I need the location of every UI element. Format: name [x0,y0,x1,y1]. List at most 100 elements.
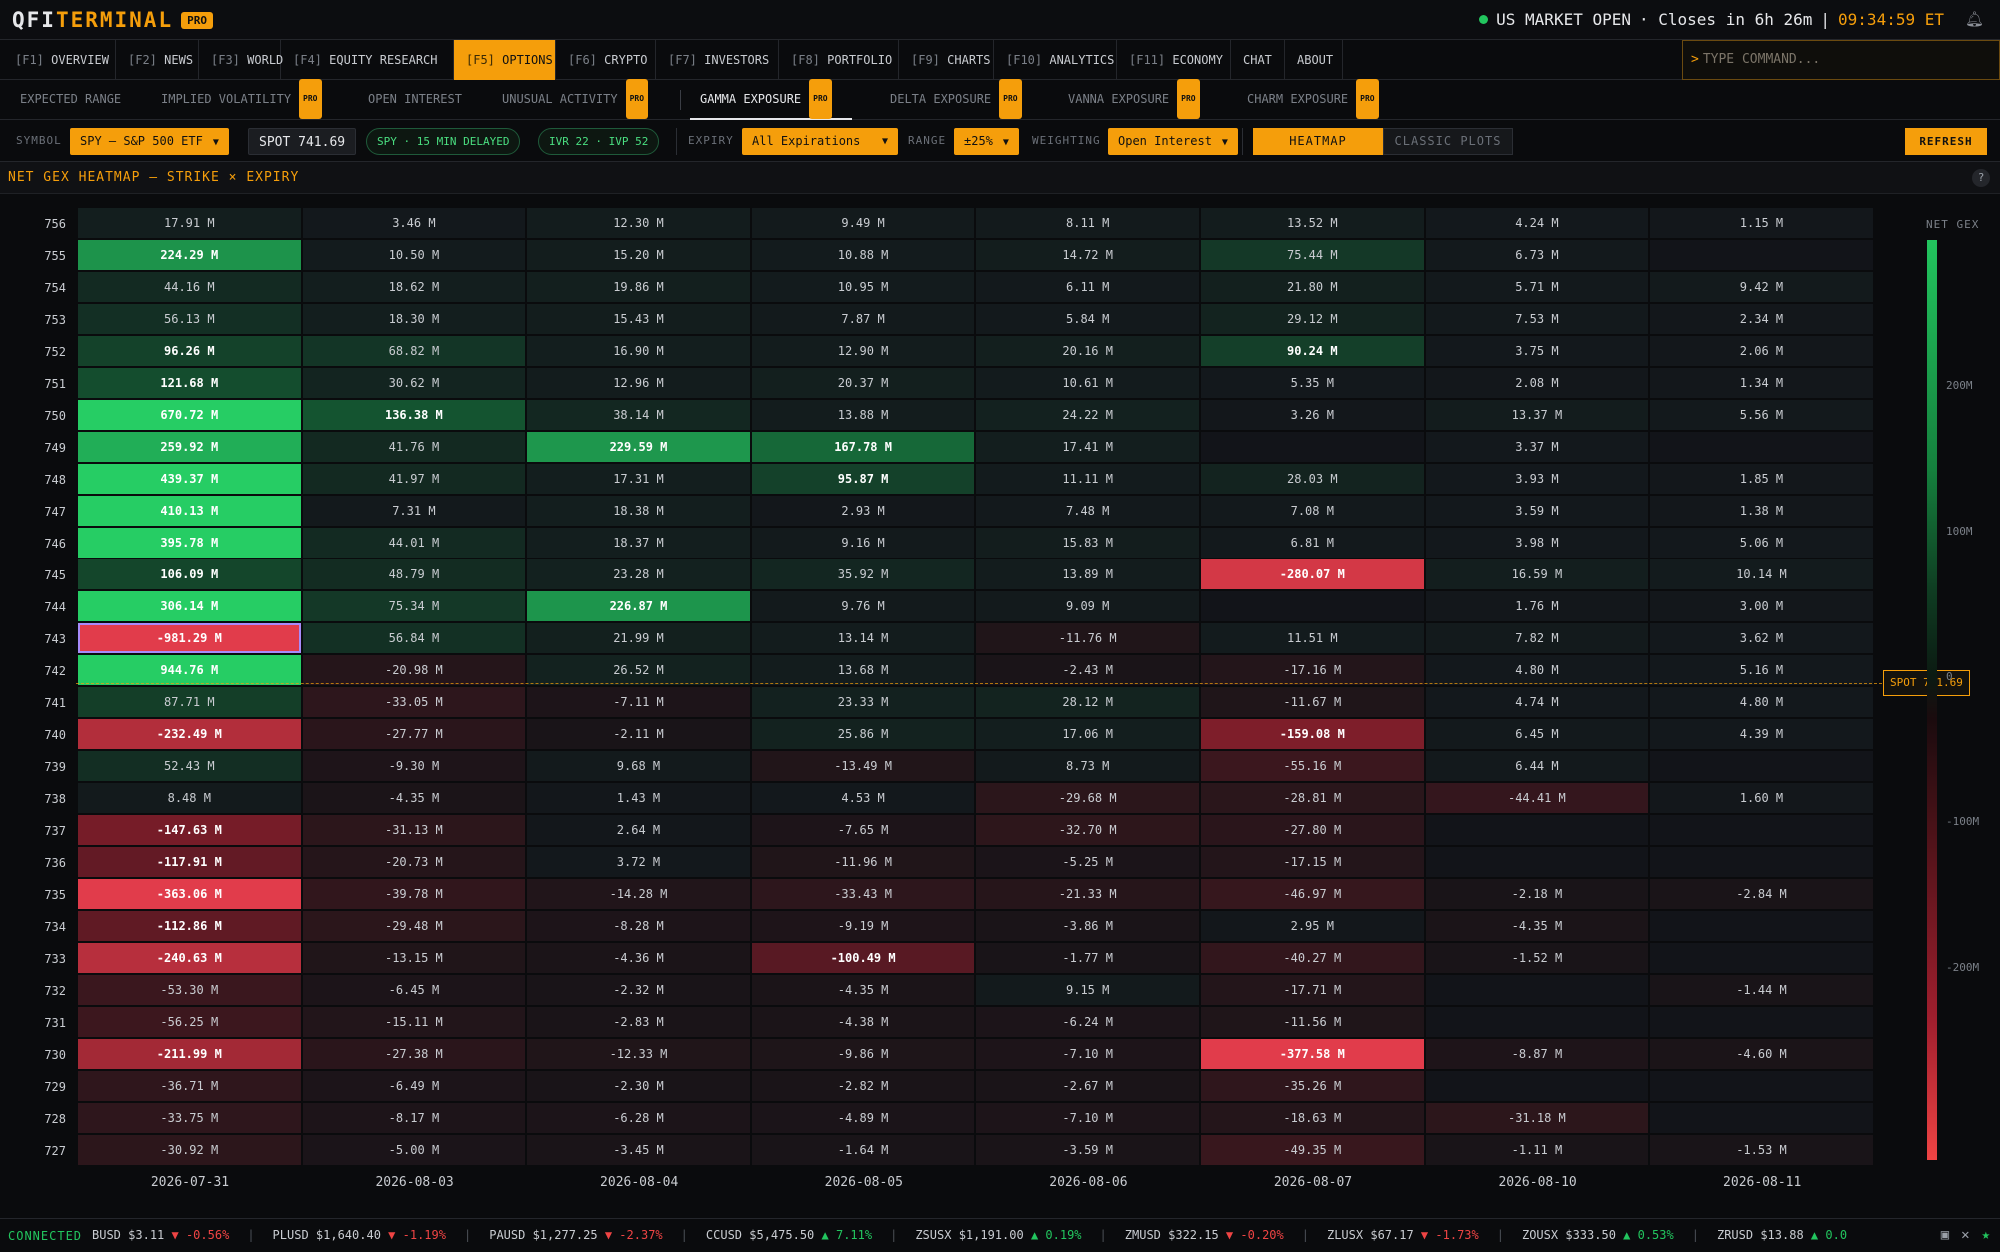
nav-charts[interactable]: [F9] CHARTS [899,40,994,80]
ticker-item[interactable]: ZLUSX $67.17 ▼ -1.73% [1327,1219,1479,1252]
heatmap-cell[interactable]: -46.97 M [1201,878,1424,909]
heatmap-cell[interactable]: -21.33 M [976,878,1199,909]
ticker-item[interactable]: ZMUSD $322.15 ▼ -0.20% [1125,1219,1284,1252]
heatmap-cell[interactable]: -56.25 M [78,1006,301,1037]
heatmap-cell[interactable] [1425,847,1649,877]
heatmap-cell[interactable]: 8.11 M [976,208,1199,238]
heatmap-cell[interactable]: -8.17 M [302,1102,526,1133]
heatmap-cell[interactable]: 90.24 M [1201,335,1424,366]
ticker-item[interactable]: PLUSD $1,640.40 ▼ -1.19% [273,1219,446,1252]
heatmap-cell[interactable]: 229.59 M [527,431,750,462]
heatmap-cell[interactable]: 7.82 M [1425,623,1649,654]
heatmap-cell[interactable]: 17.06 M [976,719,1199,750]
heatmap-cell[interactable]: -4.89 M [751,1102,975,1133]
heatmap-cell[interactable]: 306.14 M [78,591,301,622]
heatmap-cell[interactable]: 7.48 M [976,495,1199,526]
heatmap-cell[interactable]: -7.11 M [527,687,750,718]
heatmap-cell[interactable]: -35.26 M [1201,1070,1424,1101]
heatmap-cell[interactable]: 944.76 M [78,655,301,686]
heatmap-cell[interactable]: 25.86 M [751,719,975,750]
nav-equity-research[interactable]: [F4] EQUITY RESEARCH [281,40,454,80]
heatmap-cell[interactable]: -8.28 M [527,910,750,941]
heatmap-cell[interactable]: -32.70 M [976,815,1199,846]
ticker-item[interactable]: ZRUSD $13.88 ▲ 0.0 [1717,1219,1847,1252]
nav-news[interactable]: [F2] NEWS [116,40,199,80]
heatmap-cell[interactable]: -39.78 M [302,878,526,909]
heatmap-cell[interactable]: -112.86 M [78,910,301,941]
heatmap-cell[interactable]: 10.88 M [751,239,975,270]
heatmap-cell[interactable]: 17.31 M [527,463,750,494]
heatmap-cell[interactable]: 7.53 M [1425,303,1649,334]
heatmap-cell[interactable] [1201,431,1424,462]
heatmap-cell[interactable]: 18.62 M [302,271,526,302]
heatmap-cell[interactable] [1425,1006,1649,1037]
heatmap-cell[interactable]: 4.80 M [1650,687,1873,718]
heatmap-cell[interactable]: -1.53 M [1650,1134,1873,1165]
nav-analytics[interactable]: [F10] ANALYTICS [994,40,1117,80]
heatmap-cell[interactable]: -20.73 M [302,847,526,877]
heatmap-cell[interactable]: 4.80 M [1425,655,1649,686]
heatmap-cell[interactable]: 1.85 M [1650,463,1873,494]
nav-about[interactable]: ABOUT [1285,40,1343,80]
heatmap-cell[interactable]: 3.26 M [1201,399,1424,430]
heatmap-cell[interactable]: 395.78 M [78,527,301,558]
heatmap-cell[interactable]: 17.41 M [976,431,1199,462]
heatmap-cell[interactable]: 18.30 M [302,303,526,334]
heatmap-cell[interactable]: 20.16 M [976,335,1199,366]
heatmap-cell[interactable]: 13.88 M [751,399,975,430]
heatmap-cell[interactable]: 2.95 M [1201,910,1424,941]
heatmap-cell[interactable]: 3.62 M [1650,623,1873,654]
nav-world[interactable]: [F3] WORLD [199,40,283,80]
heatmap-cell[interactable]: -33.43 M [751,878,975,909]
heatmap-cell[interactable]: 24.22 M [976,399,1199,430]
ticker-item[interactable]: BUSD $3.11 ▼ -0.56% [92,1219,229,1252]
heatmap-cell[interactable]: -27.38 M [302,1038,526,1069]
heatmap-cell[interactable]: -6.28 M [527,1102,750,1133]
heatmap-cell[interactable]: 68.82 M [302,335,526,366]
heatmap-cell[interactable]: 75.34 M [302,591,526,622]
heatmap-cell[interactable]: 38.14 M [527,399,750,430]
heatmap-cell[interactable]: 10.14 M [1650,559,1873,590]
x-icon[interactable]: ✕ [1961,1227,1969,1243]
heatmap-cell[interactable]: -117.91 M [78,847,301,877]
heatmap-cell[interactable]: -232.49 M [78,719,301,750]
bell-icon[interactable]: 🔔︎ [1965,10,1984,28]
heatmap-cell[interactable]: -1.64 M [751,1134,975,1165]
heatmap-cell[interactable]: -20.98 M [302,655,526,686]
heatmap-cell[interactable]: 410.13 M [78,495,301,526]
heatmap-cell[interactable]: 7.87 M [751,303,975,334]
heatmap-cell[interactable] [1201,591,1424,622]
heatmap-cell[interactable]: 3.59 M [1425,495,1649,526]
heatmap-cell[interactable]: -7.10 M [976,1102,1199,1133]
heatmap-cell[interactable] [1650,815,1873,846]
heatmap-cell[interactable]: -17.71 M [1201,974,1424,1005]
heatmap-cell[interactable]: 226.87 M [527,591,750,622]
heatmap-cell[interactable]: 6.81 M [1201,527,1424,558]
heatmap-cell[interactable]: 11.51 M [1201,623,1424,654]
heatmap-cell[interactable]: 52.43 M [78,751,301,782]
heatmap-cell[interactable]: 1.38 M [1650,495,1873,526]
heatmap-cell[interactable] [1425,1070,1649,1101]
heatmap-cell[interactable]: 3.00 M [1650,591,1873,622]
nav-investors[interactable]: [F7] INVESTORS [656,40,779,80]
heatmap-cell[interactable]: 15.43 M [527,303,750,334]
heatmap-cell[interactable]: 2.93 M [751,495,975,526]
heatmap-cell[interactable]: -13.15 M [302,942,526,973]
heatmap-cell[interactable]: -4.36 M [527,942,750,973]
heatmap-cell[interactable]: -1.44 M [1650,974,1873,1005]
heatmap-cell[interactable]: -17.16 M [1201,655,1424,686]
heatmap-cell[interactable]: 3.37 M [1425,431,1649,462]
heatmap-cell[interactable] [1650,942,1873,973]
heatmap-cell[interactable] [1650,1070,1873,1101]
heatmap-cell[interactable]: 17.91 M [78,208,301,238]
heatmap-cell[interactable]: -2.82 M [751,1070,975,1101]
heatmap-cell[interactable]: -18.63 M [1201,1102,1424,1133]
heatmap-cell[interactable]: -147.63 M [78,815,301,846]
heatmap-cell[interactable]: -31.13 M [302,815,526,846]
subtab-implied-volatility[interactable]: IMPLIED VOLATILITY PRO [161,79,322,120]
heatmap-cell[interactable]: 2.06 M [1650,335,1873,366]
heatmap-cell[interactable]: -159.08 M [1201,719,1424,750]
heatmap-cell[interactable]: 6.44 M [1425,751,1649,782]
nav-economy[interactable]: [F11] ECONOMY [1117,40,1231,80]
heatmap-cell[interactable]: -2.83 M [527,1006,750,1037]
